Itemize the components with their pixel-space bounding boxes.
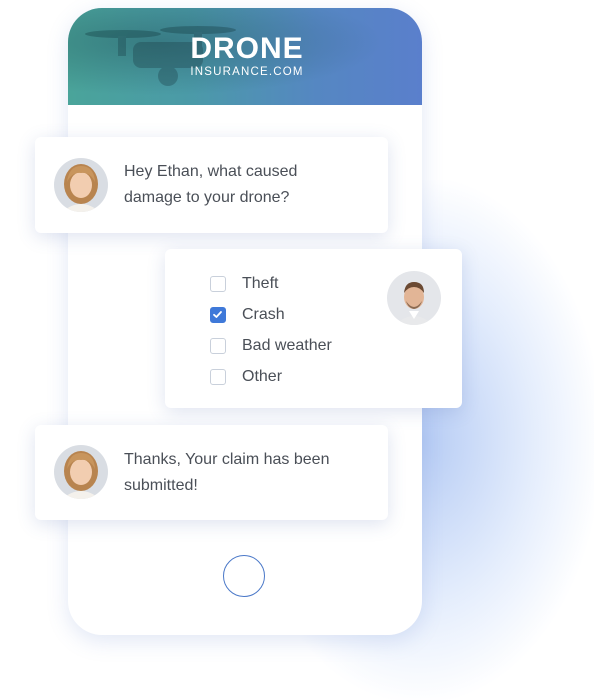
check-icon bbox=[213, 311, 222, 318]
checkbox[interactable] bbox=[210, 276, 226, 292]
avatar-woman-icon bbox=[54, 445, 108, 499]
avatar-man-icon bbox=[387, 271, 441, 325]
checkbox[interactable] bbox=[210, 338, 226, 354]
avatar-woman-icon bbox=[54, 158, 108, 212]
option-crash[interactable]: Crash bbox=[210, 304, 285, 326]
damage-options-card: Theft Crash Bad weather Other bbox=[165, 249, 462, 408]
checkbox[interactable] bbox=[210, 369, 226, 385]
option-theft[interactable]: Theft bbox=[210, 273, 278, 295]
chat-message-agent: Hey Ethan, what caused damage to your dr… bbox=[35, 137, 388, 233]
brand-logo: DRONE INSURANCE.COM bbox=[182, 32, 312, 79]
option-bad-weather[interactable]: Bad weather bbox=[210, 335, 332, 357]
option-other[interactable]: Other bbox=[210, 366, 282, 388]
chat-message-agent: Thanks, Your claim has been submitted! bbox=[35, 425, 388, 520]
header-banner: DRONE INSURANCE.COM bbox=[68, 8, 422, 105]
chat-message-text: Thanks, Your claim has been submitted! bbox=[124, 451, 330, 494]
checkbox-checked[interactable] bbox=[210, 307, 226, 323]
brand-logo-sub: INSURANCE.COM bbox=[190, 66, 304, 78]
chat-message-text: Hey Ethan, what caused damage to your dr… bbox=[124, 163, 298, 206]
brand-logo-main: DRONE bbox=[190, 32, 304, 65]
home-button[interactable] bbox=[223, 555, 265, 597]
